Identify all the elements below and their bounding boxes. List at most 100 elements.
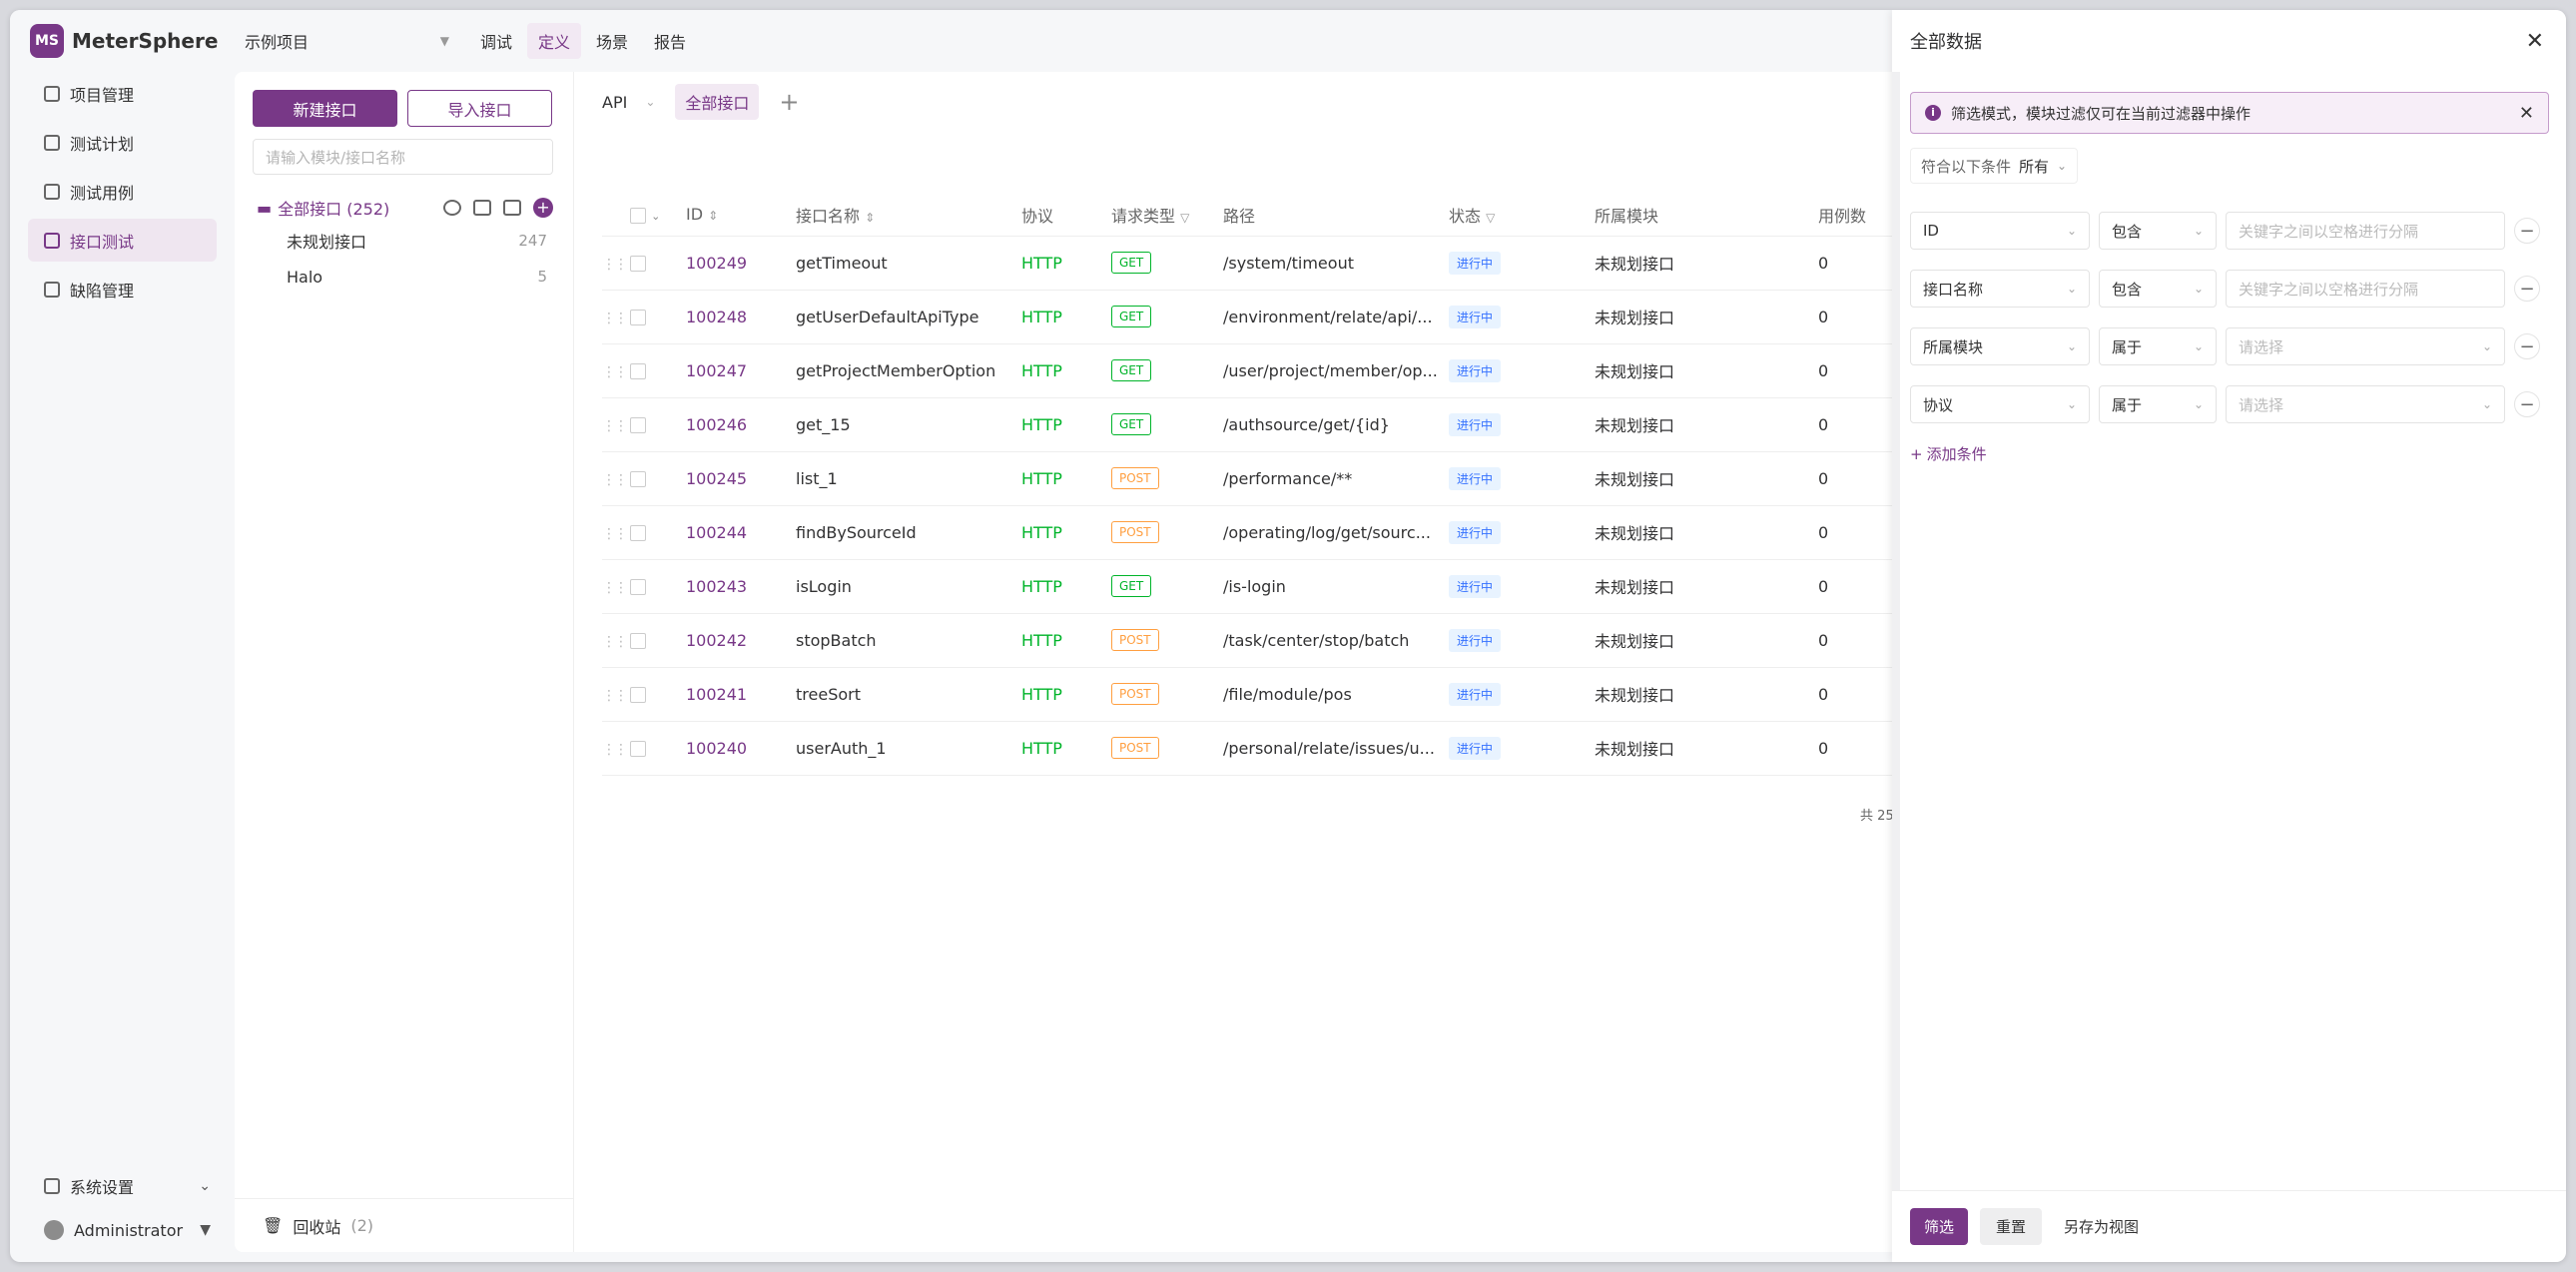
add-folder-icon[interactable]: [503, 200, 521, 216]
filter-icon[interactable]: ▽: [1180, 211, 1189, 225]
select-all-checkbox[interactable]: [630, 207, 646, 224]
condition-match-select[interactable]: 符合以下条件 所有 ⌄: [1910, 148, 2079, 184]
system-settings[interactable]: 系统设置 ⌄: [10, 1164, 235, 1208]
row-select[interactable]: [630, 721, 686, 776]
top-nav-scenario[interactable]: 场景: [585, 23, 639, 59]
filter-field-select[interactable]: ID ⌄: [1910, 212, 2090, 250]
drag-handle[interactable]: ⋮⋮: [602, 397, 630, 452]
top-nav-report[interactable]: 报告: [643, 23, 697, 59]
filter-value-input[interactable]: 请选择 ⌄: [2226, 327, 2505, 365]
row-select[interactable]: [630, 397, 686, 452]
tree-root-all[interactable]: ▬ 全部接口 (252) +: [257, 193, 553, 223]
user-menu[interactable]: Administrator ▼: [10, 1208, 235, 1252]
nav-item-bug[interactable]: 缺陷管理: [28, 268, 217, 311]
cell-id[interactable]: 100241: [686, 667, 796, 722]
eye-icon[interactable]: [443, 200, 461, 216]
protocol-select[interactable]: API ⌄: [602, 93, 655, 112]
tab-all-apis[interactable]: 全部接口: [675, 84, 760, 120]
filter-operator-select[interactable]: 包含 ⌄: [2099, 212, 2217, 250]
nav-item-case[interactable]: 测试用例: [28, 170, 217, 213]
save-view-button[interactable]: 另存为视图: [2054, 1208, 2149, 1245]
remove-condition-icon[interactable]: −: [2514, 391, 2540, 417]
row-select[interactable]: [630, 667, 686, 722]
select-all[interactable]: ⌄: [630, 194, 686, 237]
close-icon[interactable]: ✕: [2519, 103, 2534, 124]
drag-handle[interactable]: ⋮⋮: [602, 505, 630, 560]
recycle-bin[interactable]: 🗑 回收站 (2): [235, 1198, 573, 1252]
filter-operator-select[interactable]: 属于 ⌄: [2099, 385, 2217, 423]
filter-value-input[interactable]: 关键字之间以空格进行分隔: [2226, 212, 2505, 250]
row-select[interactable]: [630, 559, 686, 614]
nav-item-plan[interactable]: 测试计划: [28, 121, 217, 164]
row-checkbox[interactable]: [630, 579, 646, 595]
drag-handle[interactable]: ⋮⋮: [602, 451, 630, 506]
remove-condition-icon[interactable]: −: [2514, 218, 2540, 244]
collapse-icon[interactable]: [473, 200, 491, 216]
cell-id[interactable]: 100242: [686, 613, 796, 668]
drag-handle[interactable]: ⋮⋮: [602, 290, 630, 344]
drag-handle[interactable]: ⋮⋮: [602, 236, 630, 291]
row-select[interactable]: [630, 505, 686, 560]
cell-status[interactable]: 进行中: [1449, 290, 1595, 344]
nav-item-api[interactable]: 接口测试: [28, 219, 217, 262]
drag-handle[interactable]: ⋮⋮: [602, 343, 630, 398]
row-select[interactable]: [630, 613, 686, 668]
col-id[interactable]: ID ⇕: [686, 194, 796, 237]
filter-field-select[interactable]: 所属模块 ⌄: [1910, 327, 2090, 365]
cell-id[interactable]: 100248: [686, 290, 796, 344]
row-checkbox[interactable]: [630, 417, 646, 433]
row-select[interactable]: [630, 236, 686, 291]
new-api-button[interactable]: 新建接口: [253, 90, 397, 127]
cell-status[interactable]: 进行中: [1449, 721, 1595, 776]
row-checkbox[interactable]: [630, 525, 646, 541]
col-name[interactable]: 接口名称 ⇕: [796, 194, 1021, 237]
project-selector[interactable]: 示例项目 ▼: [245, 29, 459, 53]
remove-condition-icon[interactable]: −: [2514, 276, 2540, 302]
table-row[interactable]: ⋮⋮ 100244 findBySourceId HTTP POST/operating…: [602, 505, 1898, 560]
row-checkbox[interactable]: [630, 256, 646, 272]
table-row[interactable]: ⋮⋮ 100240 userAuth_1 HTTP POST/personal/rela…: [602, 721, 1898, 776]
import-api-button[interactable]: 导入接口: [407, 90, 552, 127]
cell-status[interactable]: 进行中: [1449, 343, 1595, 398]
filter-icon[interactable]: ▽: [1486, 211, 1495, 225]
col-method[interactable]: 请求类型 ▽: [1111, 194, 1223, 237]
cell-status[interactable]: 进行中: [1449, 397, 1595, 452]
drag-handle[interactable]: ⋮⋮: [602, 667, 630, 722]
cell-status[interactable]: 进行中: [1449, 613, 1595, 668]
cell-status[interactable]: 进行中: [1449, 505, 1595, 560]
reset-button[interactable]: 重置: [1980, 1208, 2043, 1245]
table-row[interactable]: ⋮⋮ 100241 treeSort HTTP POST/file/module/pos…: [602, 667, 1898, 722]
cell-id[interactable]: 100240: [686, 721, 796, 776]
cell-id[interactable]: 100246: [686, 397, 796, 452]
module-search-input[interactable]: 请输入模块/接口名称: [253, 139, 553, 175]
filter-field-select[interactable]: 接口名称 ⌄: [1910, 270, 2090, 308]
close-icon[interactable]: ✕: [2526, 29, 2544, 54]
sort-icon[interactable]: ⇕: [865, 211, 875, 225]
tree-node-unplanned[interactable]: 未规划接口 247: [287, 223, 547, 259]
filter-operator-select[interactable]: 包含 ⌄: [2099, 270, 2217, 308]
tree-node-halo[interactable]: Halo 5: [287, 259, 547, 295]
table-row[interactable]: ⋮⋮ 100248 getUserDefaultApiType HTTP GET/env…: [602, 290, 1898, 344]
filter-field-select[interactable]: 协议 ⌄: [1910, 385, 2090, 423]
sort-icon[interactable]: ⇕: [708, 209, 718, 223]
filter-operator-select[interactable]: 属于 ⌄: [2099, 327, 2217, 365]
add-tab-icon[interactable]: +: [779, 88, 799, 116]
table-row[interactable]: ⋮⋮ 100242 stopBatch HTTP POST/task/center/st…: [602, 613, 1898, 668]
row-checkbox[interactable]: [630, 363, 646, 379]
cell-id[interactable]: 100245: [686, 451, 796, 506]
row-checkbox[interactable]: [630, 633, 646, 649]
table-row[interactable]: ⋮⋮ 100243 isLogin HTTP GET/is-login 进行中 未规划接口 0: [602, 559, 1898, 614]
row-select[interactable]: [630, 451, 686, 506]
table-row[interactable]: ⋮⋮ 100249 getTimeout HTTP GET/system/timeout…: [602, 236, 1898, 291]
row-checkbox[interactable]: [630, 471, 646, 487]
filter-value-input[interactable]: 请选择 ⌄: [2226, 385, 2505, 423]
row-select[interactable]: [630, 290, 686, 344]
filter-value-input[interactable]: 关键字之间以空格进行分隔: [2226, 270, 2505, 308]
drag-handle[interactable]: ⋮⋮: [602, 721, 630, 776]
row-checkbox[interactable]: [630, 741, 646, 757]
cell-status[interactable]: 进行中: [1449, 451, 1595, 506]
cell-status[interactable]: 进行中: [1449, 236, 1595, 291]
table-row[interactable]: ⋮⋮ 100246 get_15 HTTP GET/authsource/get/{id…: [602, 397, 1898, 452]
drawer-resize-handle[interactable]: [1892, 72, 1900, 1190]
cell-status[interactable]: 进行中: [1449, 667, 1595, 722]
